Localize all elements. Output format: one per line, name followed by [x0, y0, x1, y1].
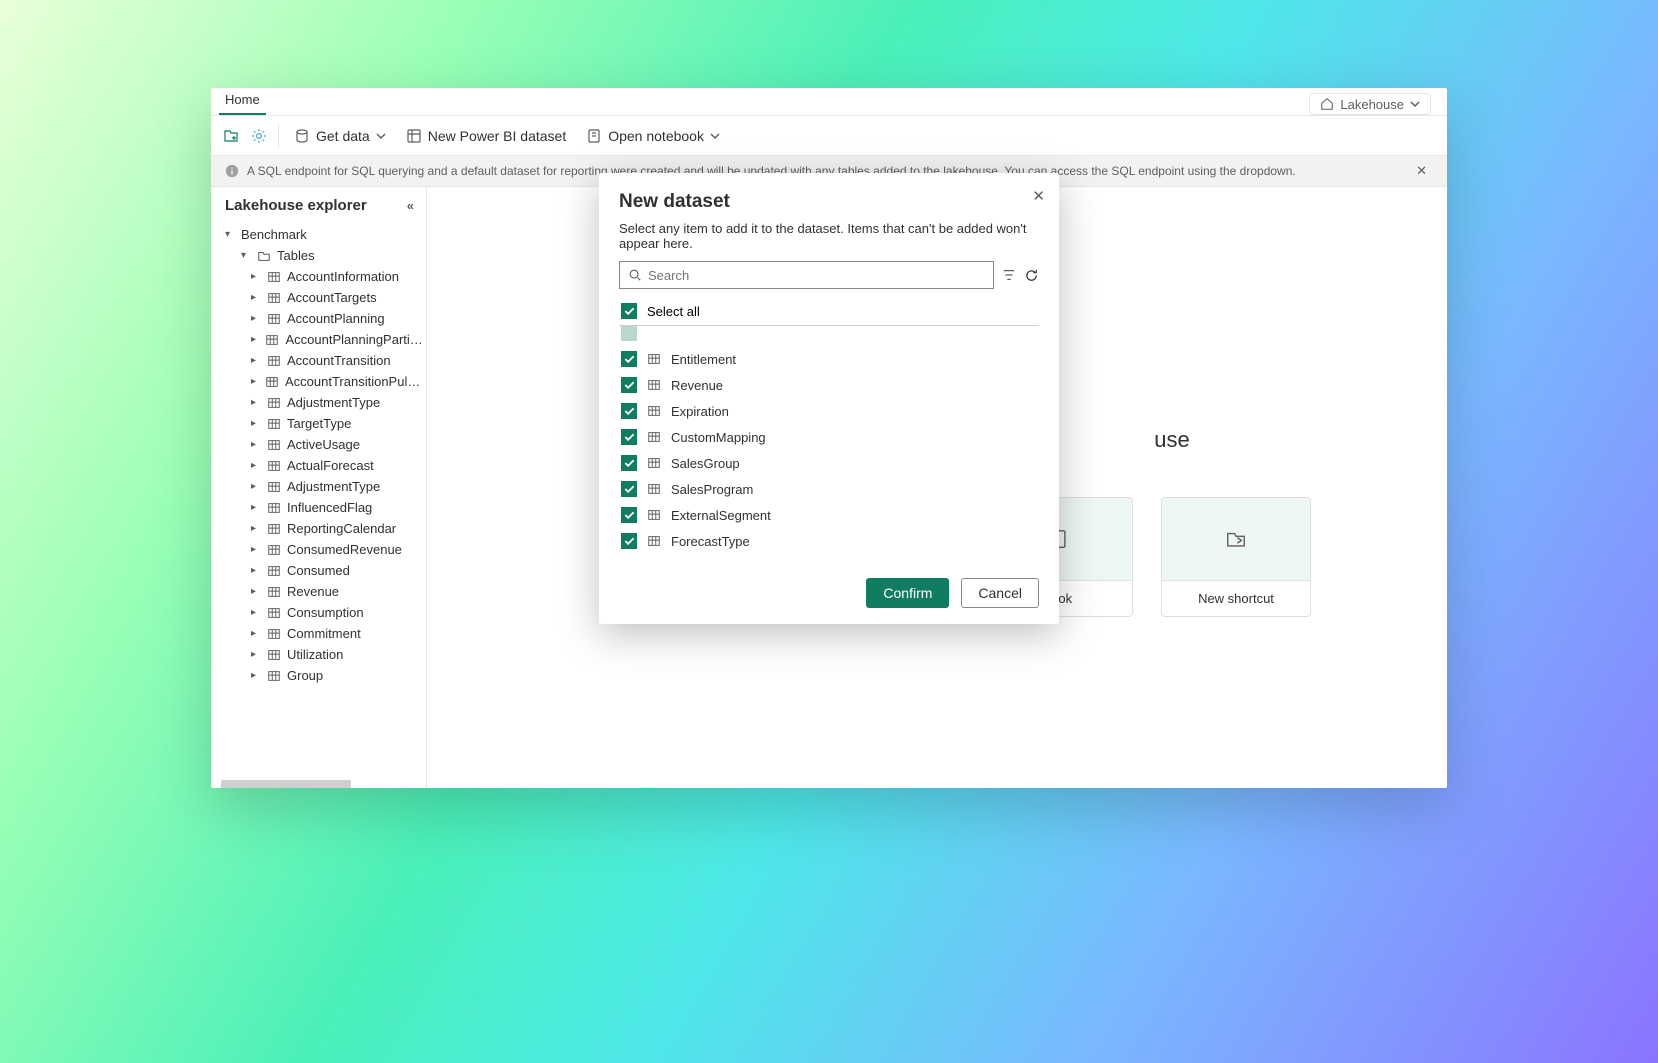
- chevron-down-icon: [1410, 99, 1420, 109]
- dialog-layer: ✕ New dataset Select any item to add it …: [211, 173, 1447, 788]
- list-item[interactable]: Expiration: [619, 398, 1039, 424]
- item-label: Revenue: [671, 378, 723, 393]
- list-item[interactable]: SalesProgram: [619, 476, 1039, 502]
- item-checkbox[interactable]: [621, 429, 637, 445]
- open-notebook-label: Open notebook: [608, 128, 704, 144]
- get-data-button[interactable]: Get data: [286, 124, 394, 148]
- gear-icon: [251, 128, 267, 144]
- check-icon: [624, 432, 635, 443]
- list-item[interactable]: [619, 326, 1039, 346]
- list-item[interactable]: CustomMapping: [619, 424, 1039, 450]
- item-checkbox[interactable]: [621, 533, 637, 549]
- item-label: ExternalSegment: [671, 508, 771, 523]
- folder-plus-icon: [223, 128, 239, 144]
- cancel-button[interactable]: Cancel: [961, 578, 1039, 608]
- dialog-buttons: Confirm Cancel: [619, 578, 1039, 608]
- check-icon: [624, 458, 635, 469]
- close-dialog-button[interactable]: ✕: [1032, 187, 1045, 205]
- search-box[interactable]: [619, 261, 994, 289]
- notebook-icon: [586, 128, 602, 144]
- search-icon: [628, 268, 642, 282]
- new-powerbi-dataset-button[interactable]: New Power BI dataset: [398, 124, 575, 148]
- check-icon: [624, 406, 635, 417]
- list-item[interactable]: SalesGroup: [619, 450, 1039, 476]
- home-icon: [1320, 97, 1334, 111]
- item-checkbox[interactable]: [621, 481, 637, 497]
- database-icon: [294, 128, 310, 144]
- new-dataset-label: New Power BI dataset: [428, 128, 567, 144]
- settings-button[interactable]: [247, 124, 271, 148]
- item-label: Expiration: [671, 404, 729, 419]
- item-label: SalesGroup: [671, 456, 740, 471]
- toolbar: Get data New Power BI dataset Open noteb…: [211, 116, 1447, 156]
- table-icon: [647, 482, 661, 496]
- table-icon: [647, 352, 661, 366]
- new-folder-button[interactable]: [219, 124, 243, 148]
- check-icon: [624, 536, 635, 547]
- dataset-icon: [406, 128, 422, 144]
- open-notebook-button[interactable]: Open notebook: [578, 124, 728, 148]
- check-icon: [624, 484, 635, 495]
- table-icon: [647, 404, 661, 418]
- item-label: Entitlement: [671, 352, 736, 367]
- tab-bar: Home Lakehouse: [211, 88, 1447, 116]
- select-all-label: Select all: [647, 304, 700, 319]
- select-all-row[interactable]: Select all: [619, 297, 1039, 326]
- table-icon: [647, 508, 661, 522]
- table-icon: [647, 534, 661, 548]
- chevron-down-icon: [376, 131, 386, 141]
- item-label: ForecastType: [671, 534, 750, 549]
- tab-home[interactable]: Home: [219, 88, 266, 115]
- dialog-subtitle: Select any item to add it to the dataset…: [619, 221, 1039, 251]
- chevron-down-icon: [710, 131, 720, 141]
- list-item[interactable]: Revenue: [619, 372, 1039, 398]
- item-checkbox[interactable]: [621, 507, 637, 523]
- table-icon: [647, 378, 661, 392]
- filter-button[interactable]: [1002, 268, 1016, 282]
- refresh-button[interactable]: [1024, 268, 1039, 283]
- check-icon: [624, 380, 635, 391]
- check-icon: [624, 354, 635, 365]
- select-all-checkbox[interactable]: [621, 303, 637, 319]
- app-window: Home Lakehouse Get data New Power BI dat…: [211, 88, 1447, 788]
- item-checkbox[interactable]: [621, 377, 637, 393]
- lakehouse-mode-switcher[interactable]: Lakehouse: [1309, 93, 1431, 115]
- item-checkbox[interactable]: [621, 403, 637, 419]
- dataset-item-list[interactable]: Entitlement Revenue Expiration CustomMappin…: [619, 326, 1039, 560]
- dialog-title: New dataset: [619, 191, 1039, 213]
- item-checkbox[interactable]: [621, 326, 637, 341]
- list-item[interactable]: ForecastType: [619, 528, 1039, 554]
- table-icon: [647, 430, 661, 444]
- item-label: CustomMapping: [671, 430, 766, 445]
- list-item[interactable]: Entitlement: [619, 346, 1039, 372]
- item-label: SalesProgram: [671, 482, 753, 497]
- item-checkbox[interactable]: [621, 455, 637, 471]
- item-checkbox[interactable]: [621, 351, 637, 367]
- check-icon: [624, 306, 635, 317]
- check-icon: [624, 510, 635, 521]
- new-dataset-dialog: ✕ New dataset Select any item to add it …: [599, 173, 1059, 624]
- search-row: [619, 261, 1039, 289]
- get-data-label: Get data: [316, 128, 370, 144]
- toolbar-divider: [278, 125, 279, 147]
- mode-label: Lakehouse: [1340, 97, 1404, 112]
- search-input[interactable]: [648, 268, 985, 283]
- confirm-button[interactable]: Confirm: [866, 578, 949, 608]
- table-icon: [647, 456, 661, 470]
- list-item[interactable]: ExternalSegment: [619, 502, 1039, 528]
